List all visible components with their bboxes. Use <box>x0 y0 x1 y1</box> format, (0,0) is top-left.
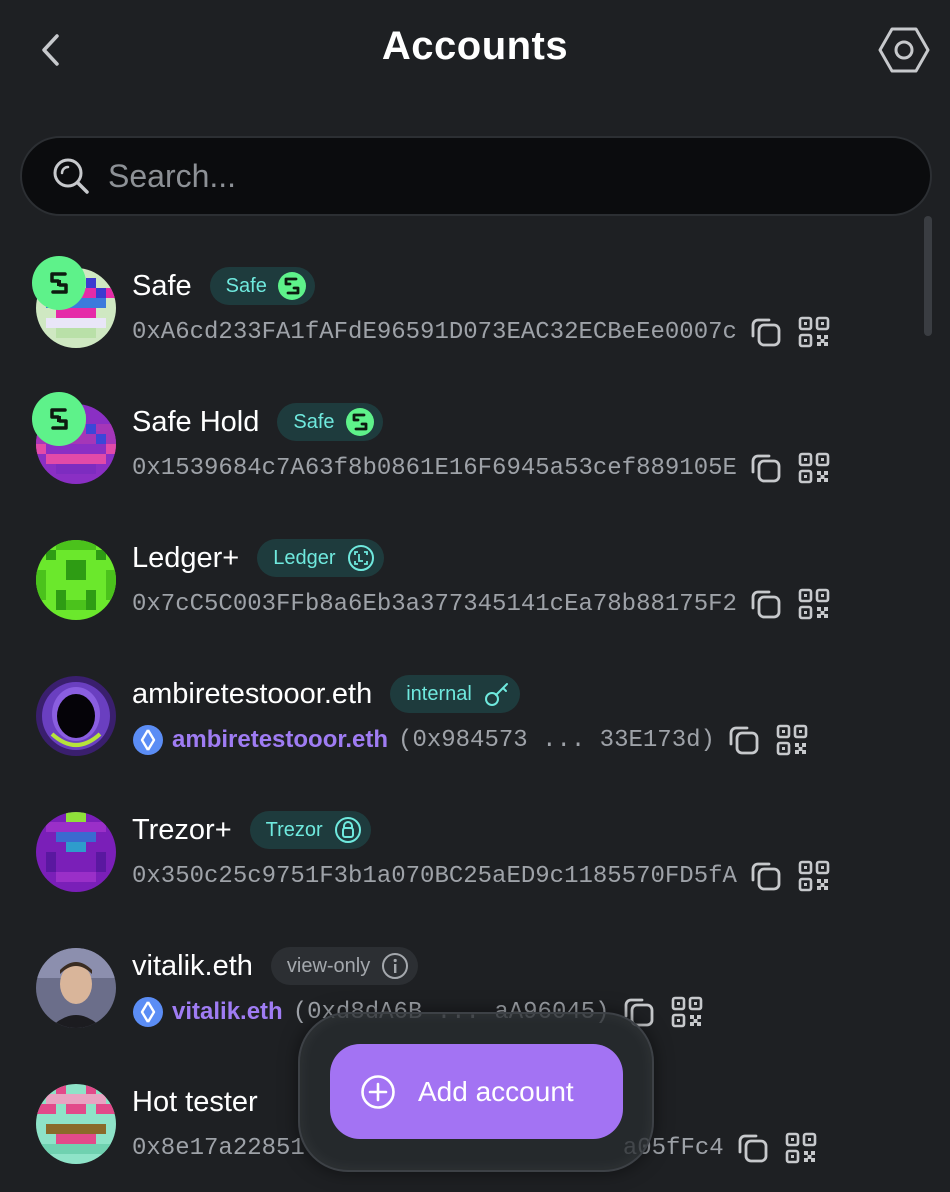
badge-label: Ledger <box>273 546 336 569</box>
badge-label: Safe <box>225 274 267 297</box>
gear-icon <box>878 27 930 73</box>
ledger-icon <box>346 543 376 573</box>
key-icon <box>482 679 512 709</box>
qr-code-icon[interactable] <box>784 1131 818 1165</box>
search-bar <box>20 136 932 216</box>
account-type-badge: Trezor <box>249 811 371 849</box>
account-row[interactable]: Ledger+ Ledger 0x7cC5C003FFb8a6Eb3a37734… <box>0 508 920 644</box>
account-row[interactable]: ambiretestooor.eth internal ambiretestoo… <box>0 644 920 780</box>
header: Accounts <box>0 0 950 100</box>
safe-logo-icon <box>32 256 86 310</box>
account-address: 0x1539684c7A63f8b0861E16F6945a53cef88910… <box>132 454 737 482</box>
ens-name: vitalik.eth <box>172 998 283 1025</box>
safe-logo-icon <box>32 392 86 446</box>
account-type-badge: view-only <box>270 947 419 985</box>
badge-label: Safe <box>293 410 335 433</box>
account-name: Safe Hold <box>132 405 260 438</box>
account-row[interactable]: Safe Hold Safe 0x1539684c7A63f8b0861E16F… <box>0 372 920 508</box>
safe-icon <box>277 271 307 301</box>
copy-icon[interactable] <box>749 587 783 621</box>
search-input[interactable] <box>108 157 868 195</box>
safe-icon <box>345 407 375 437</box>
trezor-icon <box>333 815 363 845</box>
qr-code-icon[interactable] <box>670 995 704 1029</box>
badge-label: Trezor <box>265 818 323 841</box>
scrollbar[interactable] <box>924 216 932 336</box>
account-type-badge: Safe <box>277 403 383 441</box>
account-name: Ledger+ <box>132 541 240 574</box>
account-address: 0x350c25c9751F3b1a070BC25aED9c1185570FD5… <box>132 862 737 890</box>
ens-name: ambiretestooor.eth <box>172 726 389 753</box>
account-row[interactable]: Trezor+ Trezor 0x350c25c9751F3b1a070BC25… <box>0 780 920 916</box>
account-address: 0x7cC5C003FFb8a6Eb3a377345141cEa78b88175… <box>132 590 737 618</box>
avatar <box>36 676 116 756</box>
qr-code-icon[interactable] <box>797 451 831 485</box>
account-type-badge: Safe <box>209 267 315 305</box>
search-icon <box>53 158 89 194</box>
add-account-label: Add account <box>418 1075 574 1107</box>
page-title: Accounts <box>381 24 569 68</box>
settings-button[interactable] <box>878 24 930 76</box>
qr-code-icon[interactable] <box>797 587 831 621</box>
account-name: ambiretestooor.eth <box>132 677 373 710</box>
account-name: Hot tester <box>132 1085 258 1118</box>
info-icon[interactable] <box>380 951 410 981</box>
account-name: Trezor+ <box>132 813 232 846</box>
copy-icon[interactable] <box>727 723 761 757</box>
qr-code-icon[interactable] <box>775 723 809 757</box>
avatar <box>36 812 116 892</box>
plus-circle-icon <box>361 1074 395 1109</box>
account-type-badge: Ledger <box>257 539 384 577</box>
copy-icon[interactable] <box>749 859 783 893</box>
add-account-button[interactable]: Add account <box>330 1044 623 1139</box>
badge-label: view-only <box>286 954 371 977</box>
copy-icon[interactable] <box>749 315 783 349</box>
account-name: vitalik.eth <box>132 949 253 982</box>
account-row[interactable]: Safe Safe 0xA6cd233FA1fAFdE96591D073EAC3… <box>0 236 920 372</box>
account-type-badge: internal <box>390 675 520 713</box>
qr-code-icon[interactable] <box>797 859 831 893</box>
account-name: Safe <box>132 269 192 302</box>
ens-icon <box>133 725 163 755</box>
copy-icon[interactable] <box>749 451 783 485</box>
avatar <box>36 948 116 1028</box>
account-address: 0x8e17a22851 <box>132 1134 305 1162</box>
account-address: (0x984573 ... 33E173d) <box>398 726 715 754</box>
badge-label: internal <box>406 682 472 705</box>
copy-icon[interactable] <box>736 1131 770 1165</box>
ens-icon <box>133 997 163 1027</box>
avatar <box>36 540 116 620</box>
avatar <box>36 1084 116 1164</box>
account-address: 0xA6cd233FA1fAFdE96591D073EAC32ECBeEe000… <box>132 318 737 346</box>
qr-code-icon[interactable] <box>797 315 831 349</box>
